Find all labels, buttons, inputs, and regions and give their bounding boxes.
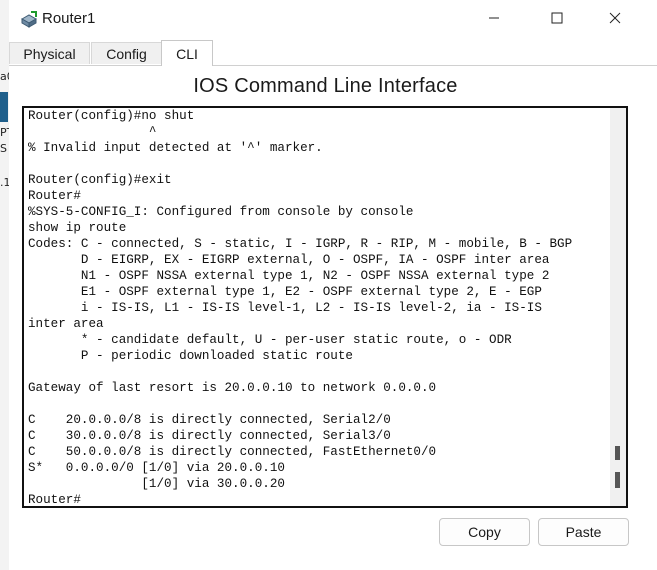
close-icon [609, 11, 621, 29]
scrollbar-marker[interactable] [615, 446, 620, 460]
cli-terminal[interactable]: Router(config)#no shut ^ % Invalid input… [22, 106, 628, 508]
maximize-icon [551, 11, 563, 29]
router-icon [20, 11, 38, 29]
minimize-button[interactable] [470, 0, 518, 40]
tab-bar: Physical Config CLI [9, 40, 657, 66]
terminal-scrollbar[interactable] [610, 108, 626, 506]
scrollbar-thumb[interactable] [615, 472, 620, 488]
maximize-button[interactable] [533, 0, 581, 40]
tab-physical[interactable]: Physical [9, 42, 90, 64]
tab-cli[interactable]: CLI [161, 40, 213, 66]
page-title-text: IOS Command Line Interface [193, 75, 458, 97]
copy-button[interactable]: Copy [439, 518, 530, 546]
background-text-fragment: .1 [0, 176, 9, 189]
terminal-output[interactable]: Router(config)#no shut ^ % Invalid input… [28, 108, 572, 506]
router-cli-window: a0 PT S .1 Router1 [0, 0, 657, 570]
page-title: IOS Command Line Interface [0, 75, 657, 98]
paste-button[interactable]: Paste [538, 518, 629, 546]
background-text-fragment: PT [0, 126, 9, 139]
title-bar[interactable]: Router1 [9, 0, 657, 40]
minimize-icon [488, 11, 500, 29]
tab-config[interactable]: Config [91, 42, 162, 64]
window-title: Router1 [42, 10, 96, 27]
background-text-fragment: S [0, 142, 7, 155]
close-button[interactable] [591, 0, 639, 40]
